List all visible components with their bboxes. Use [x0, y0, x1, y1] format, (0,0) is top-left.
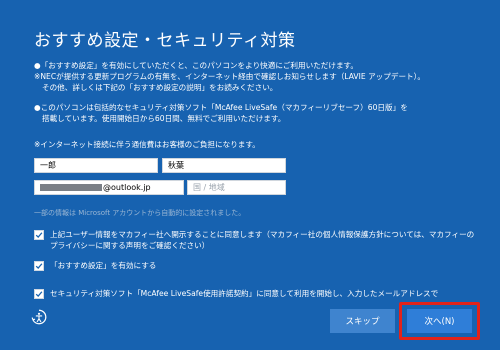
- intro-text: ●「おすすめ設定」を有効にしていただくと、このパソコンをより快適にご利用いただけ…: [34, 61, 426, 92]
- recommended-settings-checkbox-row[interactable]: 「おすすめ設定」を有効にする: [34, 260, 156, 271]
- disclose-info-label: 上記ユーザー情報をマカフィー社へ開示することに同意します（マカフィー社の個人情報…: [50, 230, 475, 250]
- account-note: 一部の情報は Microsoft アカウントから自動的に設定されました。: [34, 209, 246, 217]
- mcafee-agreement-checkbox[interactable]: [34, 289, 44, 299]
- mcafee-agreement-checkbox-row[interactable]: セキュリティ対策ソフト「McAfee LiveSafe使用許諾契約」に同意して利…: [34, 288, 438, 299]
- email-input[interactable]: @outlook.jp: [34, 180, 184, 195]
- last-name-input[interactable]: 一郎: [34, 158, 158, 173]
- security-text: ●このパソコンは包括的なセキュリティ対策ソフト「McAfee LiveSafe（…: [34, 103, 408, 123]
- next-button[interactable]: 次へ(N): [407, 309, 472, 333]
- mcafee-agreement-label: セキュリティ対策ソフト「McAfee LiveSafe使用許諾契約」に同意して利…: [50, 289, 439, 298]
- disclose-info-checkbox-row[interactable]: 上記ユーザー情報をマカフィー社へ開示することに同意します（マカフィー社の個人情報…: [34, 229, 474, 251]
- disclose-info-checkbox[interactable]: [34, 230, 44, 240]
- checkmark-icon: [35, 232, 43, 239]
- page-title: おすすめ設定・セキュリティ対策: [34, 31, 296, 51]
- skip-button[interactable]: スキップ: [330, 309, 395, 333]
- recommended-settings-checkbox[interactable]: [34, 261, 44, 271]
- masked-email-local-part: [40, 184, 102, 191]
- notice-text: ※インターネット接続に伴う通信費はお客様のご負担になります。: [34, 140, 260, 149]
- checkmark-icon: [35, 291, 43, 298]
- checkmark-icon: [35, 263, 43, 270]
- accessibility-icon[interactable]: [30, 308, 48, 326]
- first-name-input[interactable]: 秋葉: [162, 158, 286, 173]
- recommended-settings-label: 「おすすめ設定」を有効にする: [50, 261, 157, 270]
- country-input[interactable]: 国 / 地域: [187, 180, 286, 195]
